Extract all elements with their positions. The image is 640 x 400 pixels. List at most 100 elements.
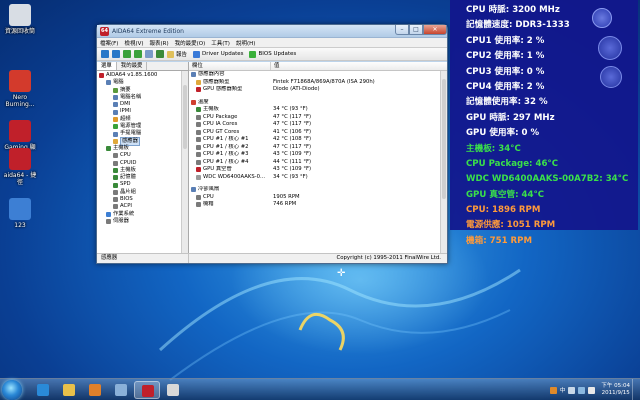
taskbar-ie-button[interactable] [30,381,56,399]
tree-node[interactable]: ACPI [99,203,186,210]
tree-node[interactable]: 作業系統 [99,211,186,218]
taskbar-network-button[interactable] [108,381,134,399]
osd-line: WDC WD6400AAKS-00A7B2: 34°C [466,174,629,185]
menu-item[interactable]: 工具(T) [211,39,230,47]
tree-node[interactable]: 伺服器 [99,218,186,225]
maximize-button[interactable]: □ [409,24,423,35]
user-icon[interactable] [145,50,153,58]
tree-node[interactable]: 電腦名稱 [99,94,186,101]
sensor-row[interactable]: 機箱 746 RPM [191,201,447,209]
up-icon[interactable] [123,50,131,58]
tree-node[interactable]: SPD [99,181,186,188]
tree-node-label: ACPI [120,203,132,210]
tree-node-label: 作業系統 [113,210,135,217]
sensor-row[interactable]: GPU 感應器類型 Diode (ATI-Diode) [191,86,447,94]
desktop-icon-label: aida64 - 捷徑 [3,172,37,186]
section-header[interactable]: 溫度 [191,99,447,107]
left-scrollbar-thumb[interactable] [183,85,187,149]
row-icon [196,159,201,165]
tree-node[interactable]: 超頻 [99,116,186,123]
tree-node[interactable]: 主機板 [99,167,186,174]
sensor-row[interactable]: CPU GT Cores 41 °C (106 °F) [191,129,447,137]
ime-indicator[interactable]: 中 [560,386,566,394]
back-icon[interactable] [101,50,109,58]
tree-node[interactable]: CPU [99,152,186,159]
network-icon[interactable] [578,386,586,394]
tree-node-label: CPUID [120,159,137,166]
row-field-label: 機箱 [203,201,214,207]
tree-node[interactable]: 主機板 [99,145,186,152]
bios-updates-button[interactable]: BIOS Updates [249,50,296,58]
tree-node[interactable]: IPMI [99,108,186,115]
close-button[interactable]: ✕ [423,24,447,35]
sensor-row[interactable]: 感應器類型 Fintek F71868A/869A/870A (ISA 290h) [191,79,447,87]
column-field[interactable]: 欄位 [189,62,271,70]
tree-node[interactable]: 記憶體 [99,174,186,181]
column-value[interactable]: 值 [271,62,447,70]
explorer-icon [63,384,75,396]
sensor-row[interactable]: CPU #1 / 核心 #4 44 °C (111 °F) [191,159,447,167]
volume-icon[interactable] [588,386,596,394]
left-tab[interactable]: 選單 [97,62,117,70]
sensor-row[interactable]: CPU Package 47 °C (117 °F) [191,114,447,122]
start-button[interactable] [2,380,22,400]
sensor-row[interactable]: CPU #1 / 核心 #3 43 °C (109 °F) [191,151,447,159]
tree-node[interactable]: 電腦 [99,79,186,86]
forward-icon[interactable] [112,50,120,58]
taskbar-tool-button[interactable] [160,381,186,399]
sensor-row[interactable]: CPU 1905 RPM [191,194,447,202]
taskbar-explorer-button[interactable] [56,381,82,399]
right-scrollbar-thumb[interactable] [442,79,446,199]
row-value: Fintek F71868A/869A/870A (ISA 290h) [273,78,375,85]
menu-item[interactable]: 說明(H) [236,39,255,47]
left-tab[interactable]: 我的最愛 [117,62,148,70]
row-field-label: 主機板 [203,106,219,112]
tree-node-label: 電腦名稱 [120,93,142,100]
status-left: 感應器 [97,254,189,263]
row-value: 44 °C (111 °F) [273,158,312,165]
refresh-icon[interactable] [134,50,142,58]
section-header[interactable]: 冷卻風扇 [191,186,447,194]
minimize-button[interactable]: – [395,24,409,35]
row-field-label: WDC WD6400AAKS-0... [203,173,266,180]
flag-icon[interactable] [568,386,576,394]
driver-updates-button[interactable]: Driver Updates [193,50,243,58]
tree-node[interactable]: CPUID [99,160,186,167]
menu-item[interactable]: 報表(R) [150,39,169,47]
report-button[interactable]: 報告 [167,50,187,58]
tree-node[interactable]: 摘要 [99,87,186,94]
taskbar-aida64-button[interactable] [134,381,160,399]
show-desktop-button[interactable] [632,379,640,400]
menu-item[interactable]: 我的最愛(O) [175,39,206,47]
tree-node[interactable]: 手提電腦 [99,130,186,137]
desktop-icon[interactable]: 123 [2,198,38,229]
menu-item[interactable]: 檔案(F) [100,39,118,47]
tree-node[interactable]: DMI [99,101,186,108]
menu-item[interactable]: 檢視(V) [124,39,143,47]
section-header[interactable]: 感應器內容 [191,71,447,79]
sensor-row[interactable]: CPU #1 / 核心 #2 47 °C (117 °F) [191,144,447,152]
sensor-row[interactable]: CPU #1 / 核心 #1 42 °C (108 °F) [191,136,447,144]
tree-node-icon [113,204,118,210]
sensor-row[interactable]: CPU IA Cores 47 °C (117 °F) [191,121,447,129]
clock[interactable]: 下午 05:04 2011/9/15 [601,383,630,397]
row-value: 47 °C (117 °F) [273,143,312,150]
sensor-row[interactable]: WDC WD6400AAKS-0... 34 °C (93 °F) [191,174,447,182]
desktop-icon-label: 資源回收筒 [4,28,35,35]
right-scrollbar[interactable] [440,71,447,253]
desktop-icon[interactable]: Nero Burning... [2,70,38,108]
desktop-icon[interactable]: 資源回收筒 [2,4,38,35]
left-scrollbar[interactable] [181,71,188,253]
tree-node[interactable]: BIOS [99,196,186,203]
taskbar-media-player-button[interactable] [82,381,108,399]
media-player-icon [89,384,101,396]
tree-node[interactable]: 晶片組 [99,189,186,196]
sensor-row[interactable]: 主機板 34 °C (93 °F) [191,106,447,114]
sensor-row[interactable]: GPU 真空管 43 °C (109 °F) [191,166,447,174]
title-bar[interactable]: 64 AIDA64 Extreme Edition – □ ✕ [97,24,447,38]
graph-icon[interactable] [156,50,164,58]
tree-node[interactable]: 感應器 [99,136,186,146]
tray-icon[interactable] [549,386,557,394]
tree-node[interactable]: 電源管理 [99,123,186,130]
desktop-icon[interactable]: aida64 - 捷徑 [2,148,38,186]
